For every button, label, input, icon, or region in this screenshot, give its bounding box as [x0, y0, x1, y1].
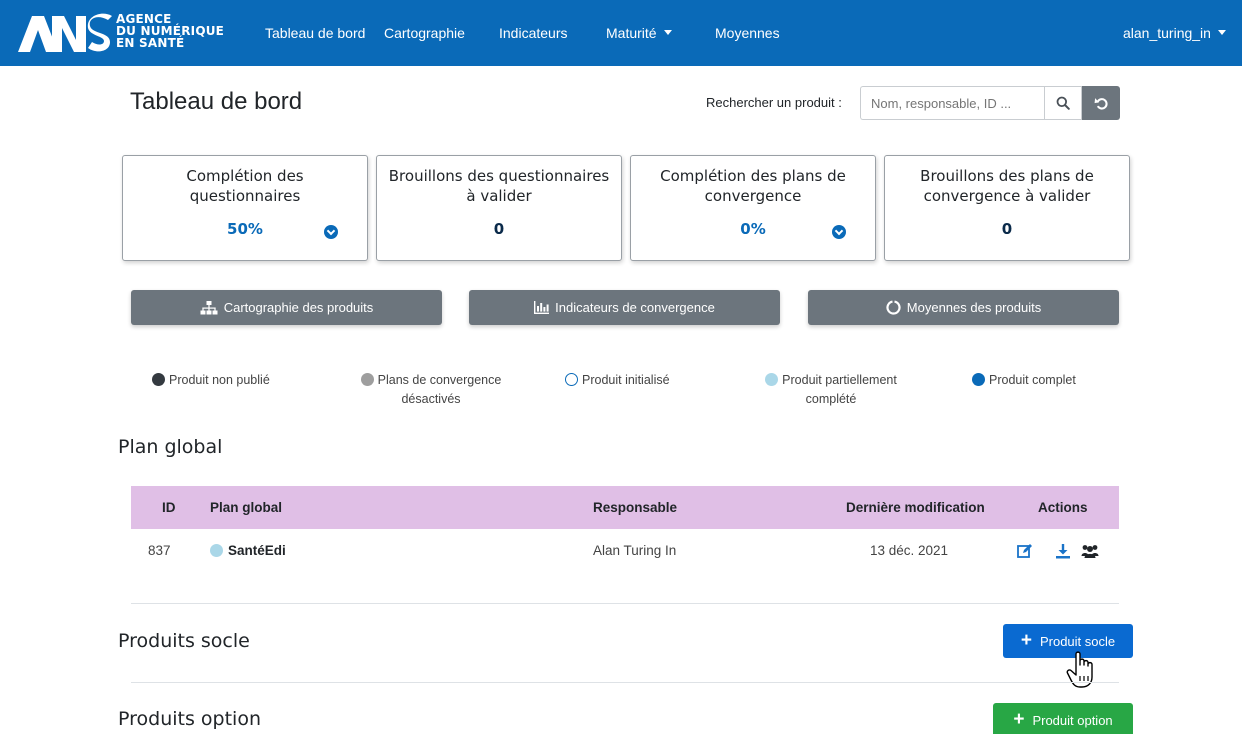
legend-produit-complet: Produit complet — [972, 371, 1076, 390]
nav-indicateurs[interactable]: Indicateurs — [499, 25, 567, 41]
status-dot — [210, 544, 223, 557]
legend-dot — [152, 373, 165, 386]
cartographie-produits-button[interactable]: Cartographie des produits — [131, 290, 442, 325]
add-produit-option-label: Produit option — [1032, 712, 1113, 728]
download-icon[interactable] — [1055, 543, 1071, 559]
add-produit-socle-label: Produit socle — [1039, 633, 1116, 649]
column-id: ID — [162, 500, 176, 515]
legend-label: Produit partiellement complété — [782, 373, 897, 406]
indicateurs-convergence-label: Indicateurs de convergence — [555, 300, 715, 315]
add-produit-option-button[interactable]: + Produit option — [993, 703, 1133, 734]
card-completion-questionnaires: Complétion des questionnaires 50% — [122, 155, 368, 261]
chevron-down-circle-icon[interactable] — [324, 225, 338, 239]
moyennes-produits-button[interactable]: Moyennes des produits — [808, 290, 1119, 325]
legend-label: Plans de convergence désactivés — [377, 373, 502, 406]
brand-line-3: EN SANTÉ — [116, 36, 185, 50]
page-title: Tableau de bord — [130, 88, 303, 115]
legend-produit-initialise: Produit initialisé — [565, 371, 670, 390]
divider — [131, 603, 1119, 604]
produits-option-heading: Produits option — [118, 708, 261, 730]
top-navbar: AGENCE DU NUMÉRIQUE EN SANTÉ Tableau de … — [0, 0, 1242, 66]
legend-partiellement-complete: Produit partiellement complété — [741, 371, 921, 409]
search-input[interactable] — [860, 86, 1045, 120]
edit-icon[interactable] — [1017, 543, 1033, 559]
nav-maturite-dropdown[interactable]: Maturité — [606, 25, 672, 41]
card-value: 0 — [1001, 220, 1013, 238]
nav-maturite-label: Maturité — [606, 25, 657, 41]
plan-global-table-header: ID Plan global Responsable Dernière modi… — [131, 486, 1119, 529]
legend-produit-non-publie: Produit non publié — [152, 371, 270, 390]
moyennes-produits-label: Moyennes des produits — [906, 300, 1042, 315]
column-responsable: Responsable — [593, 500, 678, 515]
sitemap-icon — [200, 300, 218, 314]
row-id: 837 — [148, 543, 171, 558]
cartographie-produits-label: Cartographie des produits — [223, 300, 374, 315]
search-icon — [1056, 96, 1070, 110]
legend-dot — [565, 373, 578, 386]
row-responsable: Alan Turing In — [593, 543, 677, 558]
column-plan-global: Plan global — [210, 500, 283, 515]
search-label: Rechercher un produit : — [706, 95, 842, 110]
plus-icon: + — [1020, 630, 1032, 651]
user-name: alan_turing_in — [1123, 25, 1211, 41]
search-button[interactable] — [1044, 86, 1082, 120]
legend-dot — [360, 373, 374, 386]
chevron-down-circle-icon[interactable] — [832, 225, 846, 239]
plan-global-heading: Plan global — [118, 436, 223, 458]
column-derniere-modification: Dernière modification — [846, 500, 985, 515]
brand-text: AGENCE DU NUMÉRIQUE EN SANTÉ — [116, 13, 224, 49]
divider — [131, 682, 1119, 683]
row-plan-name-label: SantéEdi — [228, 543, 286, 558]
legend-label: Produit non publié — [169, 373, 270, 387]
plus-icon: + — [1013, 709, 1025, 730]
users-icon[interactable] — [1081, 543, 1099, 559]
card-title: Complétion des questionnaires — [186, 167, 304, 205]
row-plan-name[interactable]: SantéEdi — [210, 543, 286, 558]
user-menu-dropdown[interactable]: alan_turing_in — [1123, 25, 1226, 41]
card-title: Complétion des plans de convergence — [660, 167, 846, 205]
caret-down-icon — [663, 30, 672, 35]
card-brouillons-questionnaires: Brouillons des questionnaires à valider … — [376, 155, 622, 261]
row-date: 13 déc. 2021 — [870, 543, 949, 558]
legend-dot — [972, 373, 985, 386]
card-value: 0 — [493, 220, 505, 238]
card-title: Brouillons des plans de convergence à va… — [920, 167, 1094, 205]
card-completion-plans: Complétion des plans de convergence 0% — [630, 155, 876, 261]
nav-cartographie[interactable]: Cartographie — [384, 25, 465, 41]
legend-label: Produit complet — [989, 373, 1076, 387]
undo-icon — [1094, 97, 1108, 110]
nav-moyennes[interactable]: Moyennes — [715, 25, 780, 41]
produits-socle-heading: Produits socle — [118, 630, 250, 652]
chart-area-icon — [534, 301, 550, 314]
card-brouillons-plans: Brouillons des plans de convergence à va… — [884, 155, 1130, 261]
hand-pointer-cursor-icon — [1066, 651, 1093, 688]
caret-down-icon — [1217, 30, 1226, 35]
indicateurs-convergence-button[interactable]: Indicateurs de convergence — [469, 290, 780, 325]
nav-tableau-de-bord[interactable]: Tableau de bord — [265, 25, 365, 41]
legend-label: Produit initialisé — [582, 373, 670, 387]
ans-logo[interactable]: AGENCE DU NUMÉRIQUE EN SANTÉ — [18, 10, 228, 56]
circle-notch-icon — [886, 300, 901, 315]
legend-plans-desactives: Plans de convergence désactivés — [336, 371, 526, 409]
ans-logo-icon — [18, 13, 112, 52]
legend-dot — [765, 373, 779, 386]
reset-search-button[interactable] — [1082, 86, 1120, 120]
card-title: Brouillons des questionnaires à valider — [388, 167, 610, 205]
column-actions: Actions — [1038, 500, 1088, 515]
